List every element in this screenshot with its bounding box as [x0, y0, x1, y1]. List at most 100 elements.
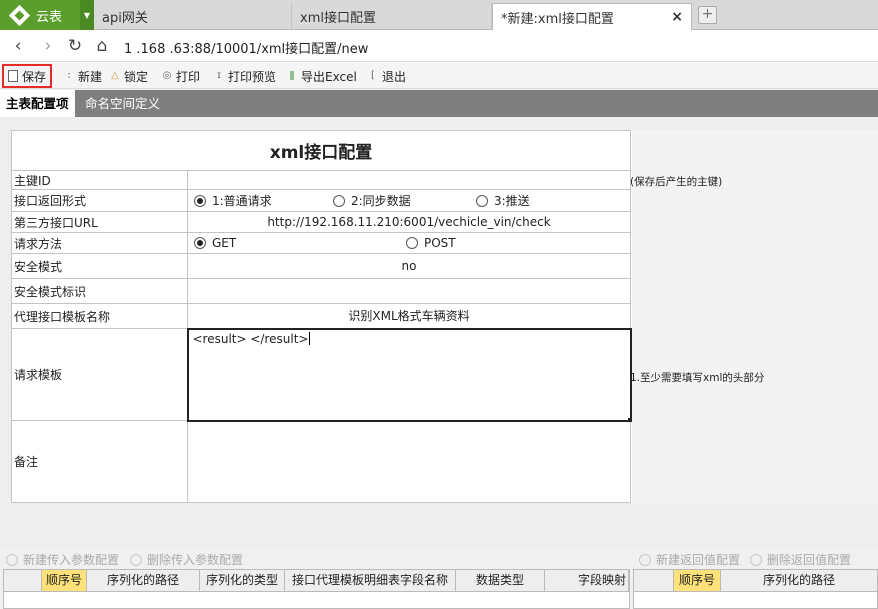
delete-return-value-button[interactable]: 删除返回值配置 [750, 551, 851, 568]
toolbar: 保存 : 新建 △ 锁定 ◎ 打印 ɪ 打印预览 ǁ 导出Excel [ 退出 [0, 62, 878, 89]
remark-field[interactable] [186, 420, 632, 503]
section-tabs: 主表配置项 命名空间定义 [0, 90, 878, 117]
add-return-value-button[interactable]: 新建返回值配置 [639, 551, 740, 568]
primary-key-label: 主键ID [11, 170, 188, 190]
col-header[interactable]: 接口代理模板明细表字段名称 [285, 570, 456, 591]
print-preview-button[interactable]: ɪ 打印预览 [214, 66, 276, 86]
request-template-note: 1.至少需要填写xml的头部分 [630, 372, 765, 384]
tab-main-config[interactable]: 主表配置项 [0, 90, 75, 117]
home-icon[interactable]: ⌂ [92, 36, 112, 56]
app-menu-button[interactable]: 云表 [0, 0, 80, 30]
radio-label: 3:推送 [494, 194, 530, 208]
request-method-label: 请求方法 [11, 232, 188, 254]
save-icon [8, 70, 18, 82]
third-party-url-label: 第三方接口URL [11, 211, 188, 233]
proxy-template-name-field[interactable]: 识别XML格式车辆资料 [186, 303, 632, 329]
add-input-param-button[interactable]: 新建传入参数配置 [6, 551, 119, 568]
tab-namespace[interactable]: 命名空间定义 [79, 90, 166, 117]
proxy-template-name-label: 代理接口模板名称 [11, 303, 188, 329]
bottom-action-bar: 新建传入参数配置 删除传入参数配置 新建返回值配置 删除返回值配置 [0, 549, 878, 569]
return-form-label: 接口返回形式 [11, 189, 188, 212]
form-area: xml接口配置 主键ID 接口返回形式 1:普通请求 2:同步数据 3:推送 第三方… [0, 117, 878, 549]
radio-sync-data[interactable]: 2:同步数据 [333, 192, 476, 209]
request-template-textarea[interactable]: <result> </result> [186, 327, 632, 422]
grid-row-header [4, 570, 42, 591]
add-input-param-label: 新建传入参数配置 [23, 553, 120, 567]
delete-return-value-label: 删除返回值配置 [767, 553, 852, 567]
logo-icon [8, 4, 31, 26]
request-template-text: <result> </result> [192, 331, 309, 346]
grid-row-header [634, 570, 674, 591]
input-params-grid: 顺序号 序列化的路径 序列化的类型 接口代理模板明细表字段名称 数据类型 字段映… [3, 569, 630, 609]
col-header[interactable]: 顺序号 [42, 570, 87, 591]
radio-label: POST [424, 236, 456, 250]
add-return-value-label: 新建返回值配置 [656, 553, 741, 567]
url-field[interactable]: 1 .168 .63:88/10001/xml接口配置/new [124, 38, 368, 57]
col-header[interactable]: 顺序号 [674, 570, 721, 591]
print-icon: ◎ [162, 70, 172, 81]
exit-button[interactable]: [ 退出 [368, 66, 406, 86]
forward-icon[interactable]: › [38, 36, 58, 56]
new-button[interactable]: : 新建 [64, 66, 102, 86]
radio-get[interactable]: GET [190, 236, 406, 250]
delete-input-param-button[interactable]: 删除传入参数配置 [130, 551, 243, 568]
export-excel-label: 导出Excel [301, 69, 357, 84]
primary-key-note: (保存后产生的主键) [630, 176, 723, 188]
security-mode-field[interactable]: no [186, 253, 632, 279]
address-bar: ‹ › ↻ ⌂ 1 .168 .63:88/10001/xml接口配置/new [0, 30, 878, 62]
request-method-field: GET POST [186, 232, 632, 254]
print-label: 打印 [176, 69, 201, 84]
tab-xml-config[interactable]: xml接口配置 [292, 3, 492, 30]
col-header[interactable]: 序列化的路径 [87, 570, 200, 591]
back-icon[interactable]: ‹ [8, 36, 28, 56]
save-button[interactable]: 保存 [2, 64, 53, 88]
return-values-grid: 顺序号 序列化的路径 [633, 569, 878, 609]
lock-icon: △ [111, 70, 119, 81]
lock-button[interactable]: △ 锁定 [110, 66, 148, 86]
request-template-label: 请求模板 [11, 328, 188, 421]
print-preview-label: 打印预览 [228, 69, 277, 84]
delete-input-param-label: 删除传入参数配置 [147, 553, 244, 567]
radio-normal-request[interactable]: 1:普通请求 [190, 192, 333, 209]
refresh-icon[interactable]: ↻ [65, 36, 85, 56]
grid-header: 顺序号 序列化的路径 [634, 570, 877, 592]
radio-icon [333, 195, 345, 207]
app-dropdown-button[interactable]: ▼ [80, 0, 94, 30]
col-header[interactable]: 字段映射 [545, 570, 629, 591]
tab-api-gateway[interactable]: api网关 [94, 3, 292, 30]
resize-handle[interactable] [627, 417, 629, 419]
form-title: xml接口配置 [10, 130, 632, 171]
third-party-url-field[interactable]: http://192.168.11.210:6001/vechicle_vin/… [186, 211, 632, 233]
col-header[interactable]: 数据类型 [456, 570, 545, 591]
new-tab-icon[interactable]: + [698, 6, 717, 24]
col-header[interactable]: 序列化的类型 [200, 570, 285, 591]
radio-label: 1:普通请求 [212, 194, 272, 208]
print-preview-icon: ɪ [217, 70, 221, 81]
radio-selected-icon [194, 237, 206, 249]
export-excel-button[interactable]: ǁ 导出Excel [287, 66, 357, 86]
radio-icon [406, 237, 418, 249]
close-icon[interactable]: × [671, 9, 683, 25]
new-label: 新建 [78, 69, 103, 84]
exit-label: 退出 [382, 69, 407, 84]
radio-post[interactable]: POST [406, 236, 526, 250]
return-form-field: 1:普通请求 2:同步数据 3:推送 [186, 189, 632, 212]
security-mode-label: 安全模式 [11, 253, 188, 279]
radio-icon [476, 195, 488, 207]
primary-key-field[interactable] [186, 170, 632, 190]
xml-config-form: xml接口配置 主键ID 接口返回形式 1:普通请求 2:同步数据 3:推送 第三方… [10, 130, 632, 503]
remark-label: 备注 [11, 420, 188, 503]
add-icon [639, 553, 651, 566]
print-button[interactable]: ◎ 打印 [162, 66, 200, 86]
col-header[interactable]: 序列化的路径 [721, 570, 877, 591]
radio-label: GET [212, 236, 237, 250]
delete-icon [750, 553, 762, 566]
radio-push[interactable]: 3:推送 [476, 192, 596, 209]
excel-icon: ǁ [289, 70, 295, 81]
security-mode-id-field[interactable] [186, 278, 632, 304]
new-icon: : [67, 70, 71, 81]
security-mode-id-label: 安全模式标识 [11, 278, 188, 304]
text-caret [309, 331, 311, 345]
tab-new-xml-config[interactable]: *新建:xml接口配置 × [492, 3, 692, 30]
exit-icon: [ [371, 70, 375, 81]
